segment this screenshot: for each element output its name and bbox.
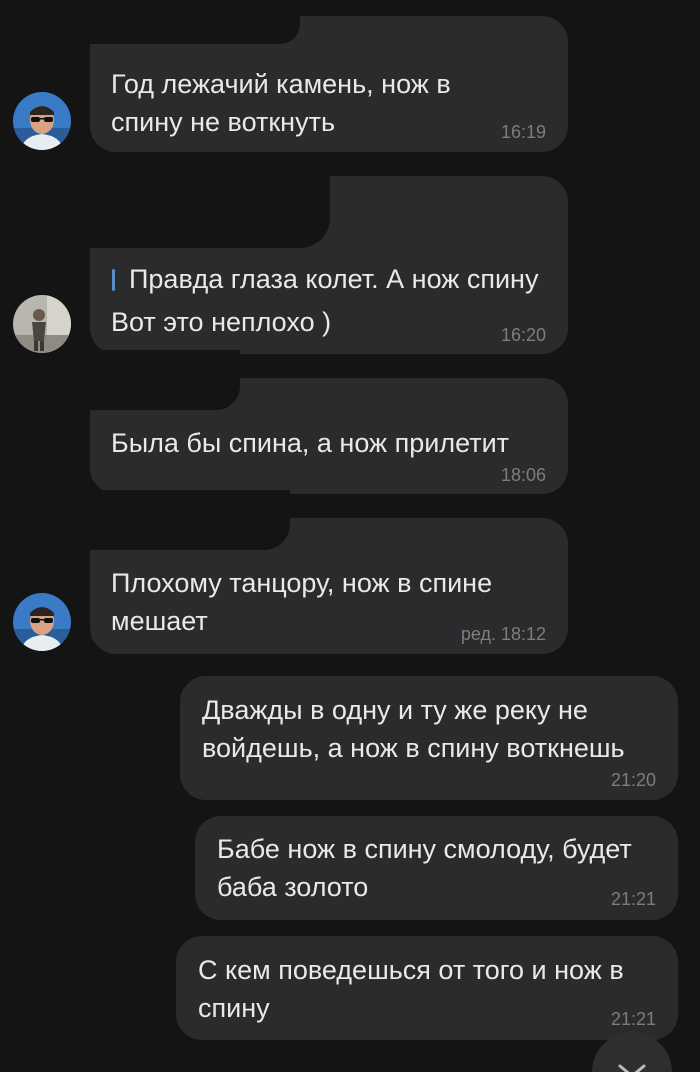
message-text: С кем поведешься от того и нож в спину bbox=[198, 955, 624, 1023]
redaction-blot bbox=[90, 490, 290, 550]
redaction-blot bbox=[90, 350, 240, 410]
message-time: 16:19 bbox=[500, 122, 546, 142]
avatar[interactable] bbox=[13, 295, 71, 353]
message-time: 21:20 bbox=[610, 770, 656, 790]
chevron-down-icon bbox=[618, 1064, 646, 1072]
quoted-text: Правда глаза колет. А нож спину bbox=[129, 264, 539, 294]
message-text: Бабе нож в спину смолоду, будет баба зол… bbox=[217, 834, 632, 902]
message-bubble-outgoing[interactable]: Дважды в одну и ту же реку не войдешь, а… bbox=[180, 676, 678, 800]
redaction-blot bbox=[90, 14, 300, 44]
message-text: Была бы спина, а нож прилетит bbox=[111, 428, 510, 458]
chat-view: Год лежачий камень, нож в спину не воткн… bbox=[0, 0, 700, 1072]
message-text: Дважды в одну и ту же реку не войдешь, а… bbox=[202, 695, 625, 763]
scroll-to-bottom-button[interactable] bbox=[592, 1032, 672, 1072]
message-time: 21:21 bbox=[610, 1009, 656, 1029]
message-time: 21:21 bbox=[610, 889, 656, 909]
avatar[interactable] bbox=[13, 593, 71, 651]
man-sunglasses-avatar-icon bbox=[13, 92, 71, 150]
avatar[interactable] bbox=[13, 92, 71, 150]
message-time: ред. 18:12 bbox=[460, 624, 546, 644]
message-text: Год лежачий камень, нож в спину не воткн… bbox=[111, 69, 451, 137]
message-text: Вот это неплохо ) bbox=[111, 307, 332, 337]
redaction-blot bbox=[90, 170, 330, 248]
man-gray-avatar-icon bbox=[13, 295, 71, 353]
message-time: 18:06 bbox=[500, 465, 546, 485]
man-sunglasses-avatar-icon bbox=[13, 593, 71, 651]
message-bubble-outgoing[interactable]: С кем поведешься от того и нож в спину 2… bbox=[176, 936, 678, 1040]
quote-bar bbox=[112, 269, 115, 291]
message-text: Плохому танцору, нож в спине мешает bbox=[111, 568, 493, 636]
message-bubble-outgoing[interactable]: Бабе нож в спину смолоду, будет баба зол… bbox=[195, 816, 678, 920]
message-time: 16:20 bbox=[500, 325, 546, 345]
